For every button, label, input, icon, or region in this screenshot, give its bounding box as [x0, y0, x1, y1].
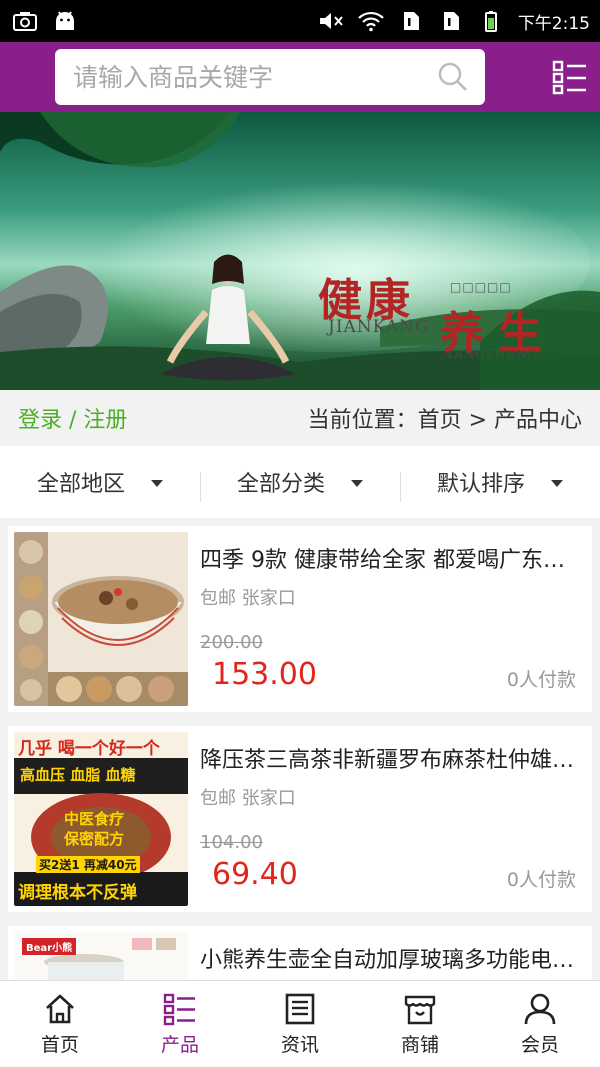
breadcrumb-bar: 登录 / 注册 当前位置：首页 > 产品中心 — [0, 390, 600, 446]
product-info: 四季 9款 健康带给全家 都爱喝广东煲汤料 包邮 张家口 200.00 153.… — [188, 532, 586, 706]
tab-shops[interactable]: 商铺 — [360, 981, 480, 1067]
tab-shops-label: 商铺 — [400, 1033, 439, 1056]
status-time: 下午2:15 — [517, 13, 590, 34]
tab-member-label: 会员 — [520, 1033, 559, 1056]
breadcrumb: 当前位置：首页 > 产品中心 — [307, 408, 582, 433]
mute-icon — [319, 13, 343, 29]
shop-icon — [404, 995, 436, 1024]
product-info: 降压茶三高茶非新疆罗布麻茶杜仲雄花茶 包邮 张家口 104.00 69.40 0… — [188, 732, 586, 906]
home-icon — [46, 994, 74, 1023]
brand-logo: Bear小熊 — [22, 938, 77, 955]
tab-news-label: 资讯 — [280, 1033, 319, 1056]
soup-image — [14, 532, 188, 706]
tea-subline: 高血压 血脂 血糖 — [20, 766, 136, 784]
tea-offer: 买2送1 再减40元 — [36, 856, 140, 873]
camera-icon — [13, 12, 37, 31]
banner-subtitle-2: YANGSHENG — [446, 347, 539, 361]
original-price: 104.00 — [200, 832, 263, 853]
news-icon — [285, 993, 315, 1024]
wifi-icon — [358, 11, 384, 32]
search-icon[interactable] — [437, 61, 469, 93]
product-item[interactable]: 几乎 喝一个好一个 高血压 血脂 血糖 中医食疗 保密配方 买2送1 再减40元… — [8, 726, 592, 912]
paid-count: 0人付款 — [506, 669, 576, 691]
caret-down-icon — [151, 479, 163, 487]
filter-category-label: 全部分类 — [236, 472, 325, 497]
banner-subtitle-1: JIANKANG — [328, 317, 430, 337]
android-icon — [56, 11, 74, 30]
status-bar: 下午2:15 — [0, 0, 600, 42]
category-menu-icon[interactable] — [552, 59, 588, 95]
tea-footer: 调理根本不反弹 — [18, 883, 137, 903]
top-header — [0, 42, 600, 112]
tab-home-label: 首页 — [40, 1033, 79, 1056]
sim2-icon — [443, 12, 459, 30]
promo-banner[interactable]: 健康 JIANKANG □□□□□ 养生 YANGSHENG — [0, 112, 600, 390]
original-price: 200.00 — [200, 632, 263, 653]
sim1-icon — [403, 12, 419, 30]
tea-headline: 几乎 喝一个好一个 — [18, 739, 160, 759]
filter-region[interactable]: 全部地区 — [0, 466, 200, 498]
tea-badge-1: 中医食疗 — [64, 810, 125, 828]
tea-badge-2: 保密配方 — [64, 830, 125, 848]
caret-down-icon — [351, 479, 363, 487]
battery-icon — [484, 11, 497, 32]
list-icon — [163, 993, 195, 1025]
banner-small-text: □□□□□ — [450, 280, 512, 294]
filter-sort-label: 默认排序 — [436, 472, 525, 497]
tab-home[interactable]: 首页 — [0, 981, 120, 1067]
caret-down-icon — [551, 479, 563, 487]
tab-products-label: 产品 — [160, 1033, 199, 1056]
search-box[interactable] — [55, 49, 485, 105]
product-thumbnail[interactable]: 几乎 喝一个好一个 高血压 血脂 血糖 中医食疗 保密配方 买2送1 再减40元… — [14, 732, 188, 906]
product-title[interactable]: 四季 9款 健康带给全家 都爱喝广东煲汤料 — [200, 542, 576, 574]
filter-sort[interactable]: 默认排序 — [400, 466, 600, 502]
filter-category[interactable]: 全部分类 — [200, 466, 400, 502]
tab-member[interactable]: 会员 — [480, 981, 600, 1067]
tab-news[interactable]: 资讯 — [240, 981, 360, 1067]
user-icon — [524, 993, 556, 1024]
product-title[interactable]: 小熊养生壶全自动加厚玻璃多功能电煎药壶 — [200, 942, 576, 974]
filter-bar: 全部地区 全部分类 默认排序 — [0, 446, 600, 518]
product-item[interactable]: 四季 9款 健康带给全家 都爱喝广东煲汤料 包邮 张家口 200.00 153.… — [8, 526, 592, 712]
paid-count: 0人付款 — [506, 869, 576, 891]
login-register-link[interactable]: 登录 / 注册 — [18, 402, 127, 434]
tab-products[interactable]: 产品 — [120, 981, 240, 1067]
product-tags: 包邮 张家口 — [200, 788, 296, 809]
product-title[interactable]: 降压茶三高茶非新疆罗布麻茶杜仲雄花茶 — [200, 742, 576, 774]
search-input[interactable] — [73, 62, 423, 92]
bottom-tab-bar: 首页 产品 资讯 商铺 会员 — [0, 980, 600, 1067]
product-thumbnail[interactable] — [14, 532, 188, 706]
product-tags: 包邮 张家口 — [200, 588, 296, 609]
filter-region-label: 全部地区 — [36, 472, 125, 497]
